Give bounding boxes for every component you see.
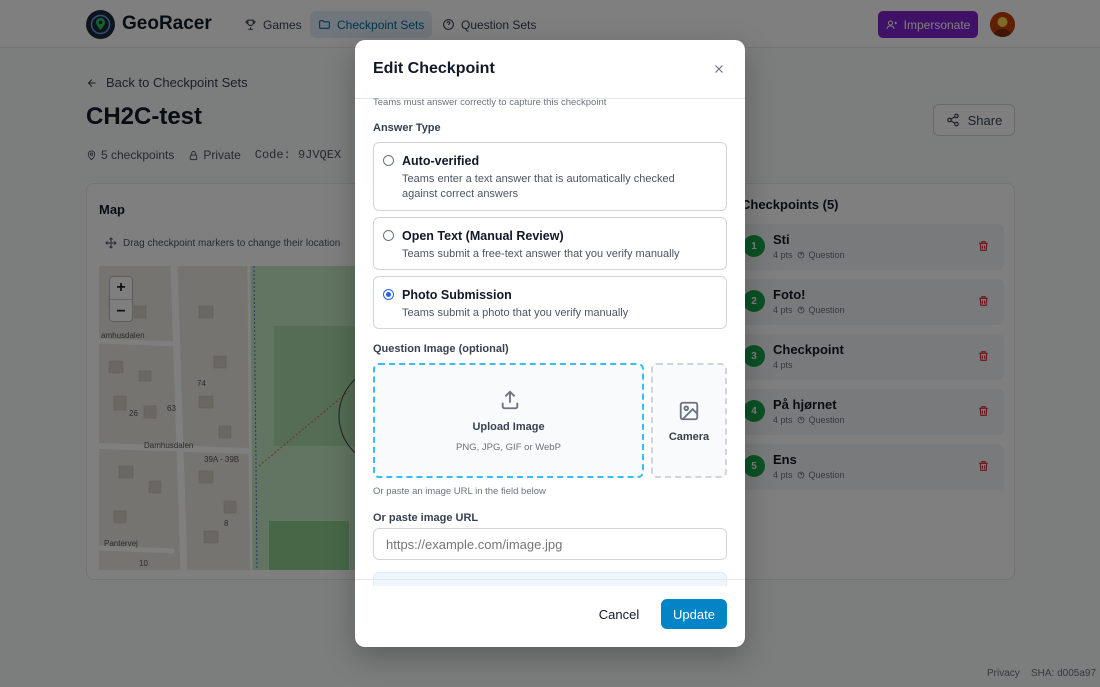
close-icon[interactable] (712, 62, 726, 76)
camera-button[interactable]: Camera (651, 363, 727, 478)
upload-image-dropzone[interactable]: Upload Image PNG, JPG, GIF or WebP (373, 363, 644, 478)
option-title: Auto-verified (402, 154, 480, 168)
question-image-label: Question Image (optional) (373, 343, 509, 355)
upload-icon (501, 390, 519, 410)
image-url-label: Or paste image URL (373, 512, 479, 524)
option-photo-submission[interactable]: Photo Submission Teams submit a photo th… (373, 276, 727, 329)
capture-note: Teams must answer correctly to capture t… (373, 97, 607, 108)
dialog-footer-divider (355, 579, 745, 580)
option-title: Photo Submission (402, 288, 512, 302)
option-auto-verified[interactable]: Auto-verified Teams enter a text answer … (373, 142, 727, 211)
radio-open-text[interactable] (383, 230, 394, 241)
option-description: Teams submit a free-text answer that you… (402, 248, 680, 260)
radio-photo-submission[interactable] (383, 289, 394, 300)
camera-label: Camera (668, 431, 710, 443)
paste-note: Or paste an image URL in the field below (373, 486, 546, 497)
edit-checkpoint-dialog: Edit Checkpoint Teams must answer correc… (355, 40, 745, 647)
dialog-title: Edit Checkpoint (373, 60, 495, 77)
option-description: Teams submit a photo that you verify man… (402, 307, 629, 319)
option-open-text[interactable]: Open Text (Manual Review) Teams submit a… (373, 217, 727, 270)
image-icon (679, 401, 699, 421)
image-url-input[interactable] (373, 528, 727, 560)
option-title: Open Text (Manual Review) (402, 229, 564, 243)
upload-formats: PNG, JPG, GIF or WebP (456, 442, 561, 453)
update-button[interactable]: Update (661, 599, 727, 629)
cancel-button[interactable]: Cancel (587, 599, 651, 629)
radio-auto-verified[interactable] (383, 155, 394, 166)
option-description: Teams enter a text answer that is automa… (402, 173, 675, 200)
answer-type-label: Answer Type (373, 122, 441, 134)
upload-title: Upload Image (472, 421, 545, 433)
